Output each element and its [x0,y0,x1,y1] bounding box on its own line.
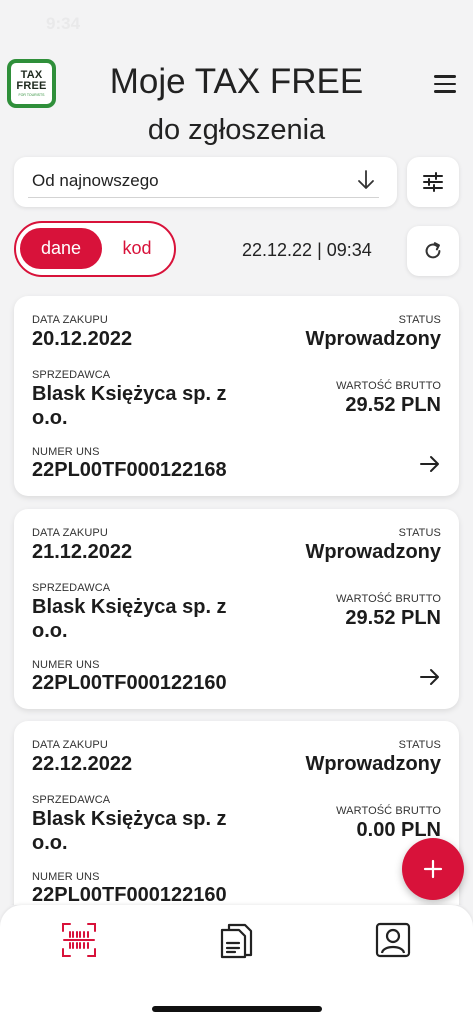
uns-number: 22PL00TF000122160 [32,884,227,905]
status-label: STATUS [398,739,441,751]
uns-number-label: NUMER UNS [32,446,100,458]
purchase-date-label: DATA ZAKUPU [32,314,108,326]
purchase-date: 21.12.2022 [32,541,133,563]
uns-number-label: NUMER UNS [32,871,100,883]
purchase-date: 20.12.2022 [32,328,133,350]
nav-documents[interactable] [215,919,257,961]
gross-value-label: WARTOŚĆ BRUTTO [336,805,441,817]
nav-scan[interactable] [58,919,100,961]
purchase-date: 22.12.2022 [32,753,133,775]
uns-number: 22PL00TF000122168 [32,459,227,481]
status-label: STATUS [398,314,441,326]
arrow-right-icon[interactable] [419,667,441,687]
arrow-right-icon[interactable] [419,454,441,474]
uns-number: 22PL00TF000122160 [32,672,227,694]
home-indicator [152,1006,322,1012]
declaration-card[interactable]: DATA ZAKUPU 20.12.2022 STATUS Wprowadzon… [14,296,459,496]
uns-number-label: NUMER UNS [32,659,100,671]
declaration-card[interactable]: DATA ZAKUPU 22.12.2022 STATUS Wprowadzon… [14,721,459,905]
status-value: Wprowadzony [305,541,441,563]
gross-value-label: WARTOŚĆ BRUTTO [336,380,441,392]
status-value: Wprowadzony [305,753,441,775]
gross-value: 29.52 PLN [345,394,441,416]
seller-label: SPRZEDAWCA [32,369,111,381]
status-label: STATUS [398,527,441,539]
seller-label: SPRZEDAWCA [32,794,111,806]
purchase-date-label: DATA ZAKUPU [32,739,108,751]
seller-name: Blask Księżyca sp. z o.o. [32,596,227,642]
status-value: Wprowadzony [305,328,441,350]
declaration-card[interactable]: DATA ZAKUPU 21.12.2022 STATUS Wprowadzon… [14,509,459,709]
declaration-list[interactable]: DATA ZAKUPU 20.12.2022 STATUS Wprowadzon… [0,0,473,905]
add-button[interactable] [402,838,464,900]
seller-name: Blask Księżyca sp. z o.o. [32,383,227,429]
seller-label: SPRZEDAWCA [32,582,111,594]
profile-icon [375,922,411,958]
gross-value-label: WARTOŚĆ BRUTTO [336,593,441,605]
gross-value: 29.52 PLN [345,607,441,629]
nav-profile[interactable] [372,919,414,961]
purchase-date-label: DATA ZAKUPU [32,527,108,539]
documents-icon [220,923,253,959]
plus-icon [423,859,443,879]
barcode-scan-icon [62,923,96,957]
seller-name: Blask Księżyca sp. z o.o. [32,808,227,854]
